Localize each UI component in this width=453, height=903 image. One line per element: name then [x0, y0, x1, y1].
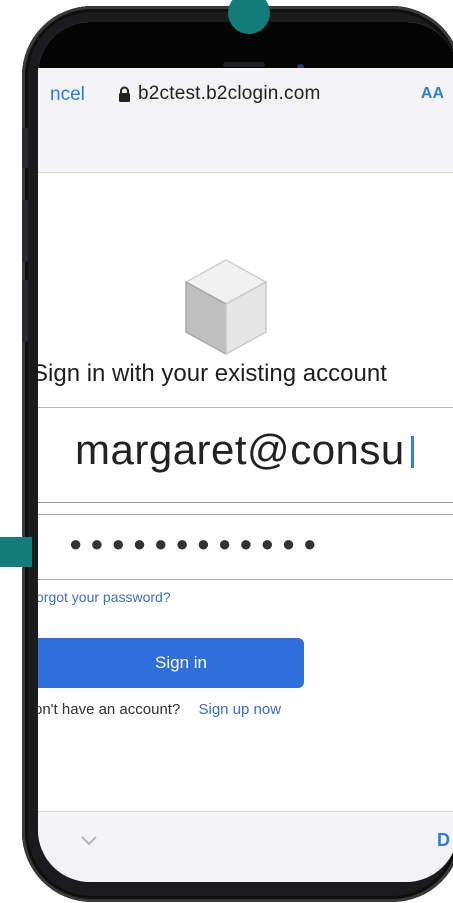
- signin-button[interactable]: Sign in: [38, 638, 304, 688]
- email-text: margaret@consu: [75, 426, 405, 473]
- url-text[interactable]: b2ctest.b2clogin.com: [138, 83, 321, 105]
- text-caret: [410, 436, 414, 468]
- signup-link[interactable]: Sign up now: [198, 701, 281, 718]
- signup-row: on't have an account? Sign up now: [38, 701, 281, 718]
- password-input[interactable]: ●●●●●●●●●●●●: [38, 514, 453, 580]
- phone-volume-down: [22, 280, 28, 342]
- email-input[interactable]: margaret@consu: [38, 407, 453, 503]
- no-account-text: on't have an account?: [38, 701, 181, 718]
- signin-heading: Sign in with your existing account: [38, 360, 387, 387]
- teal-marker-tab: [0, 537, 32, 567]
- keyboard-toolbar: D: [38, 811, 453, 882]
- done-button[interactable]: D: [437, 830, 450, 851]
- cancel-button[interactable]: ncel: [50, 84, 85, 106]
- text-size-button[interactable]: AA: [421, 85, 444, 103]
- phone-screen: ncel b2ctest.b2clogin.com AA Sign in wit…: [38, 22, 453, 882]
- chevron-down-icon[interactable]: [80, 832, 98, 850]
- cube-logo-icon: [184, 259, 268, 356]
- lock-icon: [119, 86, 130, 102]
- phone-side-button: [22, 128, 28, 168]
- phone-volume-up: [22, 200, 28, 262]
- earpiece-speaker: [223, 62, 265, 67]
- password-mask: ●●●●●●●●●●●●: [69, 531, 325, 556]
- forgot-password-link[interactable]: orgot your password?: [38, 589, 171, 605]
- email-input-value[interactable]: margaret@consu: [75, 426, 414, 474]
